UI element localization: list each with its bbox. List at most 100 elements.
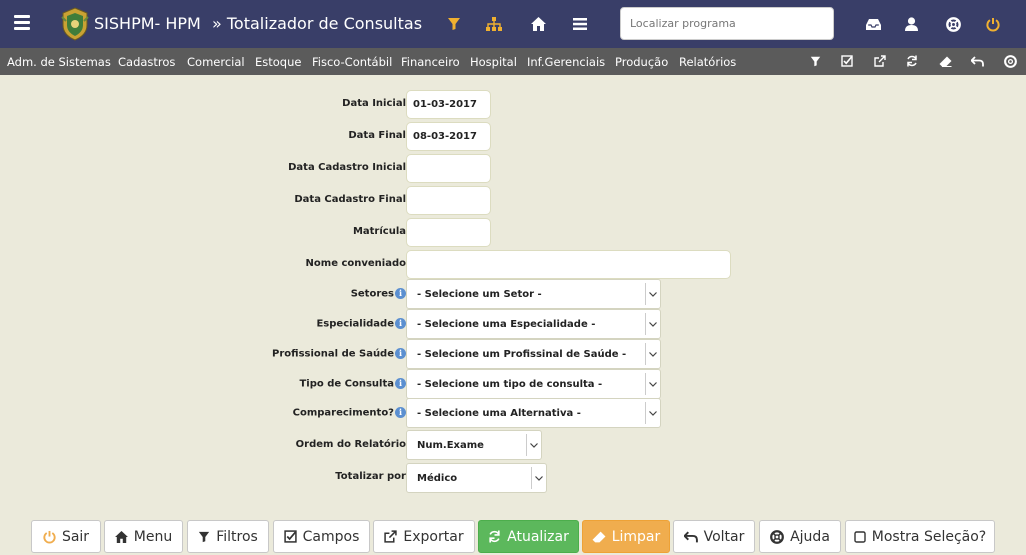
exportar-button[interactable]: Exportar	[373, 520, 475, 553]
refresh-icon	[489, 530, 500, 543]
menu-bar: Adm. de Sistemas Cadastros Comercial Est…	[0, 48, 1026, 75]
filtros-button[interactable]: Filtros	[187, 520, 269, 553]
checkbox-icon[interactable]	[839, 53, 855, 69]
menu-item-comercial[interactable]: Comercial	[187, 55, 245, 69]
especialidade-selected-value: - Selecione uma Especialidade -	[417, 318, 596, 330]
data-final-field[interactable]: 08-03-2017	[406, 122, 491, 151]
external-link-icon[interactable]	[872, 53, 888, 69]
mostra-selecao-button-label: Mostra Seleção?	[871, 528, 987, 545]
chevron-down-icon	[645, 343, 660, 365]
tipo-consulta-selected-value: - Selecione um tipo de consulta -	[417, 378, 603, 390]
hamburger-menu-icon[interactable]	[14, 15, 30, 31]
totalizar-por-selected-value: Médico	[417, 472, 458, 484]
campos-button[interactable]: Campos	[273, 520, 370, 553]
app-title: SISHPM- HPM	[94, 14, 201, 33]
especialidade-select[interactable]: - Selecione uma Especialidade -	[406, 309, 661, 339]
power-icon[interactable]	[982, 13, 1004, 35]
sair-button[interactable]: Sair	[31, 520, 101, 553]
tipo-consulta-select[interactable]: - Selecione um tipo de consulta -	[406, 369, 661, 399]
voltar-button-label: Voltar	[703, 528, 745, 545]
setores-select[interactable]: - Selecione um Setor -	[406, 279, 661, 309]
info-icon[interactable]: i	[395, 288, 406, 299]
external-link-icon	[384, 530, 398, 543]
eraser-icon[interactable]	[937, 53, 953, 69]
chevron-down-icon	[645, 402, 660, 424]
lifebuoy-icon[interactable]	[1002, 53, 1018, 69]
undo-icon	[683, 530, 698, 542]
nome-conveniado-label: Nome conveniado	[305, 258, 406, 269]
inbox-icon[interactable]	[862, 13, 884, 35]
info-icon[interactable]: i	[395, 318, 406, 329]
sitemap-icon[interactable]	[483, 13, 505, 35]
matricula-label: Matrícula	[352, 226, 406, 237]
profissional-saude-label: Profissional de Saúde i	[272, 348, 406, 360]
menu-item-estoque[interactable]: Estoque	[255, 55, 301, 69]
checkbox-icon	[283, 530, 297, 543]
data-inicial-field[interactable]: 01-03-2017	[406, 90, 491, 119]
nome-conveniado-field[interactable]	[406, 250, 731, 279]
home-icon	[114, 530, 128, 543]
comparecimento-label: Comparecimento? i	[293, 407, 406, 419]
tipo-consulta-label: Tipo de Consulta i	[299, 378, 406, 390]
info-icon[interactable]: i	[395, 348, 406, 359]
menu-item-adm-sistemas[interactable]: Adm. de Sistemas	[7, 55, 111, 69]
search-program-input[interactable]	[620, 7, 834, 40]
exportar-button-label: Exportar	[403, 528, 464, 545]
menu-item-relatorios[interactable]: Relatórios	[679, 55, 736, 69]
ajuda-button[interactable]: Ajuda	[759, 520, 841, 553]
menu-button-label: Menu	[133, 528, 173, 545]
chevron-down-icon	[531, 467, 546, 489]
profissional-saude-select[interactable]: - Selecione um Profissinal de Saúde -	[406, 339, 661, 369]
refresh-icon[interactable]	[904, 53, 920, 69]
data-cadastro-inicial-field[interactable]	[406, 154, 491, 183]
ordem-relatorio-selected-value: Num.Exame	[417, 439, 484, 451]
info-icon[interactable]: i	[395, 407, 406, 418]
undo-icon[interactable]	[969, 53, 985, 69]
filter-icon[interactable]	[807, 53, 823, 69]
data-cadastro-final-label: Data Cadastro Final	[294, 194, 406, 205]
menu-item-fisco-contabil[interactable]: Fisco-Contábil	[312, 55, 392, 69]
chevron-down-icon	[526, 434, 541, 456]
user-icon[interactable]	[900, 13, 922, 35]
menu-item-hospital[interactable]: Hospital	[470, 55, 517, 69]
filter-icon[interactable]	[443, 13, 465, 35]
limpar-button[interactable]: Limpar	[582, 520, 670, 553]
lifebuoy-icon	[770, 529, 785, 544]
ajuda-button-label: Ajuda	[790, 528, 830, 545]
totalizar-por-select[interactable]: Médico	[406, 463, 547, 493]
data-cadastro-inicial-label: Data Cadastro Inicial	[288, 162, 406, 173]
mostra-selecao-button[interactable]: Mostra Seleção?	[845, 520, 995, 553]
matricula-field[interactable]	[406, 218, 491, 247]
comparecimento-select[interactable]: - Selecione uma Alternativa -	[406, 398, 661, 428]
especialidade-label: Especialidade i	[316, 318, 406, 330]
top-bar: SISHPM- HPM » Totalizador de Consultas	[0, 0, 1026, 48]
chevron-down-icon	[645, 313, 660, 335]
lifebuoy-icon[interactable]	[942, 13, 964, 35]
campos-button-label: Campos	[302, 528, 360, 545]
limpar-button-label: Limpar	[611, 528, 661, 545]
menu-button[interactable]: Menu	[104, 520, 183, 553]
atualizar-button-label: Atualizar	[507, 528, 569, 545]
filtros-button-label: Filtros	[216, 528, 258, 545]
home-icon[interactable]	[527, 13, 549, 35]
info-icon[interactable]: i	[395, 378, 406, 389]
setores-selected-value: - Selecione um Setor -	[417, 288, 542, 300]
menu-item-inf-gerenciais[interactable]: Inf.Gerenciais	[527, 55, 605, 69]
menu-item-financeiro[interactable]: Financeiro	[401, 55, 460, 69]
data-cadastro-final-field[interactable]	[406, 186, 491, 215]
checkbox-empty-icon	[854, 530, 866, 543]
atualizar-button[interactable]: Atualizar	[478, 520, 579, 553]
coat-of-arms-logo	[61, 7, 89, 41]
ordem-relatorio-select[interactable]: Num.Exame	[406, 430, 542, 460]
voltar-button[interactable]: Voltar	[673, 520, 755, 553]
menu-item-producao[interactable]: Produção	[615, 55, 668, 69]
chevron-down-icon	[645, 373, 660, 395]
ordem-relatorio-label: Ordem do Relatório	[295, 439, 406, 450]
profissional-saude-selected-value: - Selecione um Profissinal de Saúde -	[417, 348, 627, 360]
list-icon[interactable]	[569, 13, 591, 35]
data-final-label: Data Final	[348, 130, 406, 141]
totalizar-por-label: Totalizar por	[335, 471, 406, 482]
comparecimento-selected-value: - Selecione uma Alternativa -	[417, 407, 581, 419]
page-title: » Totalizador de Consultas	[212, 14, 423, 33]
menu-item-cadastros[interactable]: Cadastros	[118, 55, 175, 69]
